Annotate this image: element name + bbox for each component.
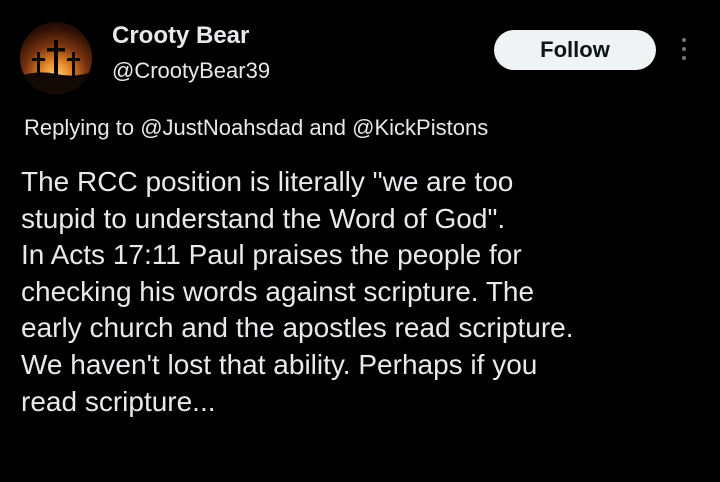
tweet-text-line: The RCC position is literally "we are to… <box>21 166 514 197</box>
follow-button-label: Follow <box>540 37 610 62</box>
tweet-text-line: checking his words against scripture. Th… <box>21 275 535 307</box>
tweet-text-line: early church and the apostles read scrip… <box>21 312 574 344</box>
tweet-text: The RCC position is literally "we are to… <box>21 164 701 420</box>
tweet-text-line: In Acts 17:11 Paul praises the people fo… <box>21 239 522 271</box>
replying-to: Replying to @JustNoahsdad and @KickPisto… <box>24 115 488 141</box>
avatar[interactable] <box>20 22 92 94</box>
author-handle[interactable]: @CrootyBear39 <box>112 58 270 84</box>
replying-to-joiner: and <box>309 115 347 140</box>
replying-to-prefix: Replying to <box>24 115 135 140</box>
tweet-text-line: We haven't lost that ability. Perhaps if… <box>21 348 538 380</box>
author-display-name[interactable]: Crooty Bear <box>112 22 249 50</box>
follow-button[interactable]: Follow <box>494 30 656 70</box>
more-vertical-icon[interactable] <box>676 38 692 64</box>
mention-link[interactable]: @JustNoahsdad <box>140 115 303 140</box>
tweet-text-line: stupid to understand the Word of God". <box>21 202 506 234</box>
crosses-sunset-icon <box>20 40 92 94</box>
mention-link[interactable]: @KickPistons <box>352 115 488 140</box>
tweet-text-line: read scripture... <box>21 385 216 417</box>
